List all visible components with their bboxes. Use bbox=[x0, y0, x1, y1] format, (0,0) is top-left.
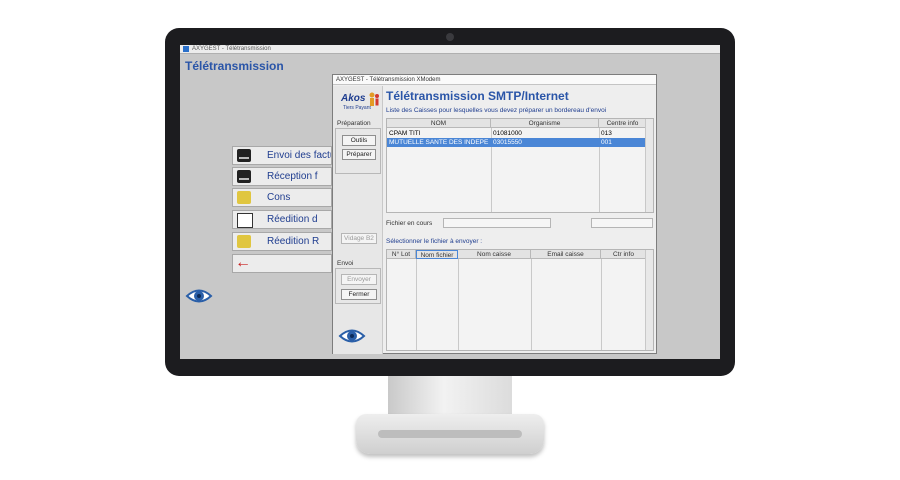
monitor-stand-slot bbox=[378, 430, 522, 438]
coins-icon bbox=[237, 235, 251, 248]
select-file-label: Sélectionner le fichier à envoyer : bbox=[386, 238, 483, 245]
cell-organisme: 03015550 bbox=[493, 139, 522, 146]
menu-button-consultation[interactable]: Cons bbox=[232, 188, 332, 207]
eye-icon[interactable] bbox=[185, 285, 213, 307]
svg-text:Akos: Akos bbox=[340, 93, 366, 104]
table-row[interactable]: CPAM TITI 01081000 013 bbox=[387, 129, 653, 138]
screen: AXYGEST - Télétransmission Télétransmiss… bbox=[180, 45, 720, 359]
preparation-group-label: Préparation bbox=[337, 120, 371, 127]
column-header-nom-caisse[interactable]: Nom caisse bbox=[458, 250, 531, 259]
column-header-ctr-info[interactable]: Ctr info bbox=[601, 250, 647, 259]
page-title: Télétransmission bbox=[185, 59, 284, 73]
fermer-button[interactable]: Fermer bbox=[341, 289, 377, 300]
column-header-organisme[interactable]: Organisme bbox=[491, 119, 599, 128]
dialog-heading: Télétransmission SMTP/Internet bbox=[386, 89, 569, 103]
progress-field bbox=[591, 218, 653, 228]
dialog-titlebar: AXYGEST - Télétransmission XModem bbox=[333, 75, 656, 85]
coins-icon bbox=[237, 191, 251, 204]
cell-nom: MUTUELLE SANTE DES INDEPE bbox=[389, 139, 489, 146]
outils-button[interactable]: Outils bbox=[342, 135, 376, 146]
menu-button-label: Réedition d bbox=[267, 214, 318, 225]
column-header-centre-info[interactable]: Centre info bbox=[599, 119, 647, 128]
menu-button-reedition-r[interactable]: Réedition R bbox=[232, 232, 332, 251]
cell-centre-info: 013 bbox=[601, 130, 612, 137]
vertical-scrollbar[interactable] bbox=[645, 119, 653, 212]
drive-icon bbox=[237, 149, 251, 162]
back-button[interactable]: ← bbox=[232, 254, 332, 273]
document-icon bbox=[237, 213, 253, 228]
menu-button-label: Réception f bbox=[267, 171, 318, 182]
menu-button-reception[interactable]: Réception f bbox=[232, 167, 332, 186]
background-window-title: AXYGEST - Télétransmission bbox=[192, 46, 271, 52]
back-arrow-icon: ← bbox=[235, 254, 251, 271]
akos-logo: Akos Tiers Payant bbox=[339, 90, 381, 112]
webcam-dot bbox=[446, 33, 454, 41]
envoi-group-label: Envoi bbox=[337, 260, 354, 267]
table-row-selected[interactable]: MUTUELLE SANTE DES INDEPE 03015550 001 bbox=[387, 138, 647, 147]
cell-nom: CPAM TITI bbox=[389, 130, 421, 137]
teletransmission-dialog: AXYGEST - Télétransmission XModem Akos T… bbox=[332, 74, 657, 354]
caisses-table[interactable]: NOM Organisme Centre info CPAM TITI 0108… bbox=[386, 118, 654, 213]
monitor-stand-neck bbox=[388, 376, 512, 418]
menu-button-reedition-d[interactable]: Réedition d bbox=[232, 210, 332, 229]
menu-button-label: Réedition R bbox=[267, 236, 320, 247]
vidage-button[interactable]: Vidage B2 bbox=[341, 233, 377, 244]
cell-centre-info: 001 bbox=[601, 139, 612, 146]
cell-organisme: 01081000 bbox=[493, 130, 522, 137]
app-icon bbox=[183, 46, 189, 52]
menu-button-label: Envoi des factu bbox=[267, 150, 332, 161]
background-window-titlebar: AXYGEST - Télétransmission bbox=[180, 45, 720, 54]
column-header-nom[interactable]: NOM bbox=[387, 119, 491, 128]
column-header-lot[interactable]: N° Lot bbox=[387, 250, 416, 259]
svg-text:Tiers Payant: Tiers Payant bbox=[343, 105, 371, 111]
dialog-window-title: AXYGEST - Télétransmission XModem bbox=[336, 77, 441, 83]
drive-icon bbox=[237, 170, 251, 183]
envoyer-button[interactable]: Envoyer bbox=[341, 274, 377, 285]
instruction-text: Liste des Caisses pour lesquelles vous d… bbox=[386, 107, 607, 114]
column-header-email-caisse[interactable]: Email caisse bbox=[531, 250, 601, 259]
column-header-nom-fichier[interactable]: Nom fichier bbox=[416, 250, 458, 259]
menu-button-label: Cons bbox=[267, 192, 291, 203]
fichier-en-cours-label: Fichier en cours bbox=[386, 220, 433, 227]
eye-icon[interactable] bbox=[338, 325, 366, 347]
preparer-button[interactable]: Préparer bbox=[342, 149, 376, 160]
fichier-en-cours-field bbox=[443, 218, 551, 228]
menu-button-envoi[interactable]: Envoi des factu bbox=[232, 146, 332, 165]
files-table[interactable]: N° Lot Nom fichier Nom caisse Email cais… bbox=[386, 249, 654, 351]
vertical-scrollbar[interactable] bbox=[645, 250, 653, 350]
